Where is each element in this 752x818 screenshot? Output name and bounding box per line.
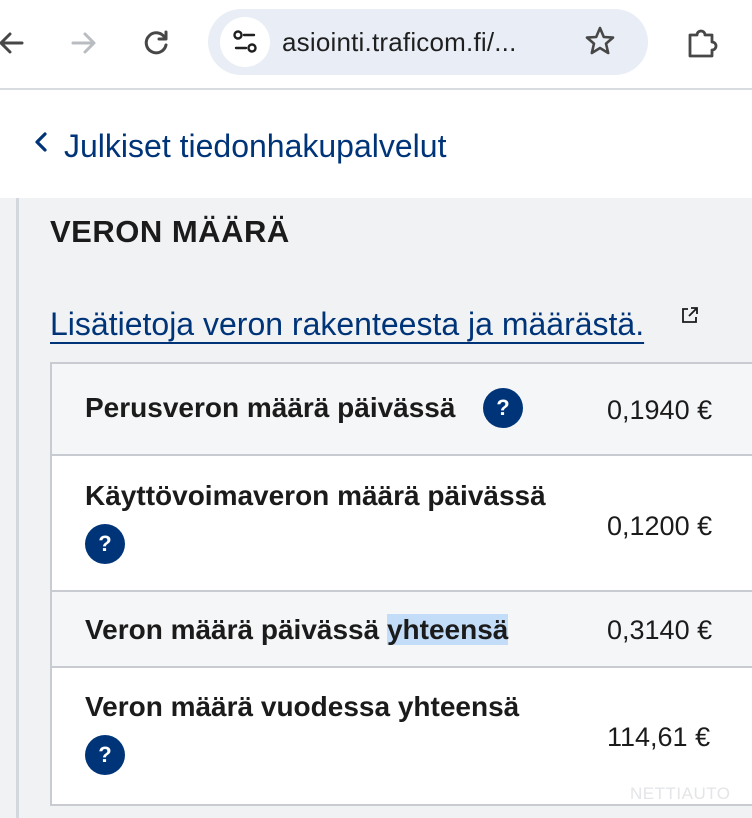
chevron-left-icon	[30, 126, 54, 166]
tax-row-value: 114,61 €	[607, 722, 711, 752]
selected-text: yhteensä	[386, 614, 509, 645]
extensions-icon[interactable]	[682, 23, 722, 63]
url-text[interactable]: asiointi.traficom.fi/...	[282, 27, 517, 58]
tax-row-label: Perusveron määrä päivässä	[85, 392, 456, 423]
back-link[interactable]: Julkiset tiedonhakupalvelut	[30, 126, 446, 166]
tax-table: Perusveron määrä päivässä ? 0,1940 € Käy…	[50, 362, 752, 806]
tax-row-value: 0,3140 €	[607, 615, 713, 645]
watermark: NETTIAUTO	[630, 784, 731, 803]
tax-row-value: 0,1940 €	[607, 395, 713, 425]
tax-row-daily-total: Veron määrä päivässä yhteensä 0,3140 €	[52, 592, 752, 668]
forward-arrow-icon[interactable]	[64, 23, 104, 63]
help-icon[interactable]: ?	[85, 735, 125, 775]
external-link-icon	[680, 305, 700, 330]
tax-row-fuel: Käyttövoimaveron määrä päivässä ? 0,1200…	[52, 456, 752, 592]
tax-section: VERON MÄÄRÄ Lisätietoja veron rakenteest…	[0, 198, 752, 818]
tax-row-value: 0,1200 €	[607, 511, 713, 541]
site-info-icon[interactable]	[220, 17, 270, 67]
back-navigation-bar: Julkiset tiedonhakupalvelut	[0, 90, 752, 198]
tax-row-basic: Perusveron määrä päivässä ? 0,1940 €	[52, 364, 752, 456]
tax-row-label: Käyttövoimaveron määrä päivässä	[85, 480, 546, 511]
tax-row-label: Veron määrä päivässä yhteensä	[85, 606, 509, 654]
section-rule	[16, 198, 19, 818]
address-bar[interactable]: asiointi.traficom.fi/...	[208, 9, 648, 75]
browser-toolbar: asiointi.traficom.fi/...	[0, 0, 752, 88]
help-icon[interactable]: ?	[85, 524, 125, 564]
back-link-label[interactable]: Julkiset tiedonhakupalvelut	[64, 128, 446, 165]
back-arrow-icon[interactable]	[0, 23, 32, 63]
reload-icon[interactable]	[136, 23, 176, 63]
help-icon[interactable]: ?	[483, 388, 523, 428]
section-title: VERON MÄÄRÄ	[50, 214, 290, 249]
tax-row-label: Veron määrä vuodessa yhteensä	[85, 691, 520, 722]
tax-row-label-text: Veron määrä päivässä	[85, 614, 387, 645]
tax-info-link[interactable]: Lisätietoja veron rakenteesta ja määräst…	[50, 306, 644, 343]
bookmark-star-icon[interactable]	[582, 23, 618, 64]
